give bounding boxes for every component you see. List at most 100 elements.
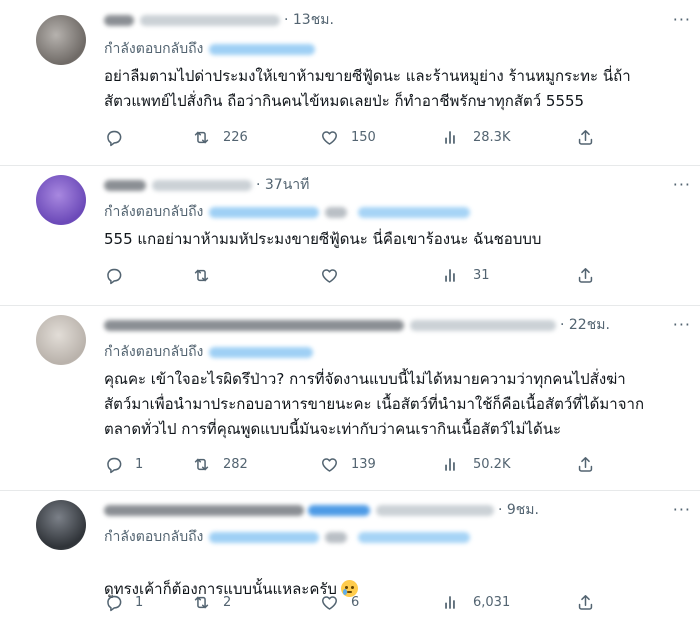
views-count: 6,031 — [473, 594, 511, 610]
reply-button[interactable] — [104, 125, 135, 149]
retweet-icon — [192, 455, 211, 474]
retweet-button[interactable]: 2 — [192, 590, 231, 614]
replying-to: กำลังตอบกลับถึง — [104, 38, 316, 60]
tweet-3[interactable]: · 22ชม. ··· กำลังตอบกลับถึง คุณคะ เข้าใจ… — [0, 305, 700, 491]
like-button[interactable]: 139 — [320, 452, 376, 476]
tweet-2[interactable]: · 37นาที ··· กำลังตอบกลับถึง 555 แกอย่าม… — [0, 165, 700, 306]
views-count: 28.3K — [473, 129, 511, 145]
reply-thread: · 13ชม. ··· กำลังตอบกลับถึง อย่าลืมตามไป… — [0, 0, 700, 632]
retweet-icon — [192, 266, 211, 285]
views-icon — [442, 266, 461, 285]
mention-redacted[interactable] — [209, 531, 320, 543]
replying-to: กำลังตอบกลับถึง — [104, 201, 471, 223]
display-name-redacted[interactable] — [104, 179, 146, 191]
share-icon — [576, 455, 595, 474]
share-button[interactable] — [576, 125, 595, 149]
tweet-text: 555 แกอย่ามาห้ามมหัประมงขายซีฟู้ดนะ นี่ค… — [104, 230, 542, 248]
and-redacted — [325, 206, 348, 218]
tweet-header: · 22ชม. — [104, 315, 610, 335]
tweet-header: · 9ชม. — [104, 500, 539, 520]
like-button[interactable] — [320, 263, 351, 287]
views-icon — [442, 593, 461, 612]
share-button[interactable] — [576, 452, 595, 476]
like-icon — [320, 593, 339, 612]
timestamp[interactable]: · 13ชม. — [284, 9, 334, 31]
like-count: 6 — [351, 594, 360, 610]
retweet-count: 226 — [223, 129, 248, 145]
like-count: 139 — [351, 456, 376, 472]
retweet-icon — [192, 128, 211, 147]
reply-button[interactable]: 1 — [104, 452, 143, 476]
mention-redacted[interactable] — [209, 206, 320, 218]
views-button[interactable]: 31 — [442, 263, 490, 287]
avatar[interactable] — [36, 315, 86, 365]
handle-redacted[interactable] — [376, 504, 494, 516]
tweet-1[interactable]: · 13ชม. ··· กำลังตอบกลับถึง อย่าลืมตามไป… — [0, 0, 700, 166]
reply-count: 1 — [135, 456, 144, 472]
action-bar: 31 — [104, 263, 604, 287]
more-icon[interactable]: ··· — [673, 500, 691, 519]
action-bar: 226 150 28.3K — [104, 125, 604, 149]
reply-icon — [104, 128, 123, 147]
avatar[interactable] — [36, 500, 86, 550]
more-icon[interactable]: ··· — [673, 175, 691, 194]
handle-redacted[interactable] — [152, 179, 252, 191]
more-icon[interactable]: ··· — [673, 10, 691, 29]
retweet-button[interactable] — [192, 263, 223, 287]
action-bar: 1 282 139 50.2K — [104, 452, 604, 476]
share-button[interactable] — [576, 590, 595, 614]
display-name-redacted[interactable] — [308, 504, 370, 516]
timestamp[interactable]: · 22ชม. — [560, 314, 610, 336]
views-icon — [442, 128, 461, 147]
share-button[interactable] — [576, 263, 595, 287]
mention-redacted[interactable] — [209, 346, 314, 358]
share-icon — [576, 266, 595, 285]
mention-redacted[interactable] — [358, 206, 471, 218]
avatar[interactable] — [36, 15, 86, 65]
like-icon — [320, 455, 339, 474]
tweet-text: คุณคะ เข้าใจอะไรผิดรึป่าว? การที่จัดงานแ… — [104, 370, 645, 438]
handle-redacted[interactable] — [140, 14, 280, 26]
replying-to-label: กำลังตอบกลับถึง — [104, 344, 204, 360]
retweet-count: 2 — [223, 594, 232, 610]
reply-button[interactable] — [104, 263, 135, 287]
views-button[interactable]: 6,031 — [442, 590, 510, 614]
views-count: 50.2K — [473, 456, 511, 472]
more-icon[interactable]: ··· — [673, 315, 691, 334]
retweet-button[interactable]: 282 — [192, 452, 248, 476]
mention-redacted[interactable] — [209, 43, 316, 55]
like-button[interactable]: 150 — [320, 125, 376, 149]
timestamp[interactable]: · 9ชม. — [498, 499, 539, 521]
retweet-icon — [192, 593, 211, 612]
tweet-text: อย่าลืมตามไปด่าประมงให้เขาห้ามขายซีฟู้ดน… — [104, 67, 631, 110]
action-bar: 1 2 6 6,031 — [104, 590, 604, 614]
views-button[interactable]: 50.2K — [442, 452, 510, 476]
avatar[interactable] — [36, 175, 86, 225]
replying-to-label: กำลังตอบกลับถึง — [104, 41, 204, 57]
display-name-redacted[interactable] — [104, 14, 134, 26]
like-icon — [320, 266, 339, 285]
replying-to: กำลังตอบกลับถึง — [104, 526, 471, 548]
display-name-redacted[interactable] — [104, 319, 404, 331]
and-redacted — [325, 531, 348, 543]
retweet-button[interactable]: 226 — [192, 125, 248, 149]
reply-icon — [104, 266, 123, 285]
retweet-count: 282 — [223, 456, 248, 472]
handle-redacted[interactable] — [410, 319, 556, 331]
display-name-redacted[interactable] — [104, 504, 304, 516]
like-icon — [320, 128, 339, 147]
views-button[interactable]: 28.3K — [442, 125, 510, 149]
mention-redacted[interactable] — [358, 531, 471, 543]
replying-to-label: กำลังตอบกลับถึง — [104, 529, 204, 545]
tweet-4[interactable]: · 9ชม. ··· กำลังตอบกลับถึง ดูทรงเค้าก็ต้… — [0, 490, 700, 632]
share-icon — [576, 593, 595, 612]
timestamp[interactable]: · 37นาที — [256, 174, 309, 196]
reply-button[interactable]: 1 — [104, 590, 143, 614]
reply-icon — [104, 455, 123, 474]
tweet-header: · 13ชม. — [104, 10, 334, 30]
like-count: 150 — [351, 129, 376, 145]
replying-to-label: กำลังตอบกลับถึง — [104, 204, 204, 220]
reply-count: 1 — [135, 594, 144, 610]
like-button[interactable]: 6 — [320, 590, 359, 614]
views-count: 31 — [473, 267, 490, 283]
